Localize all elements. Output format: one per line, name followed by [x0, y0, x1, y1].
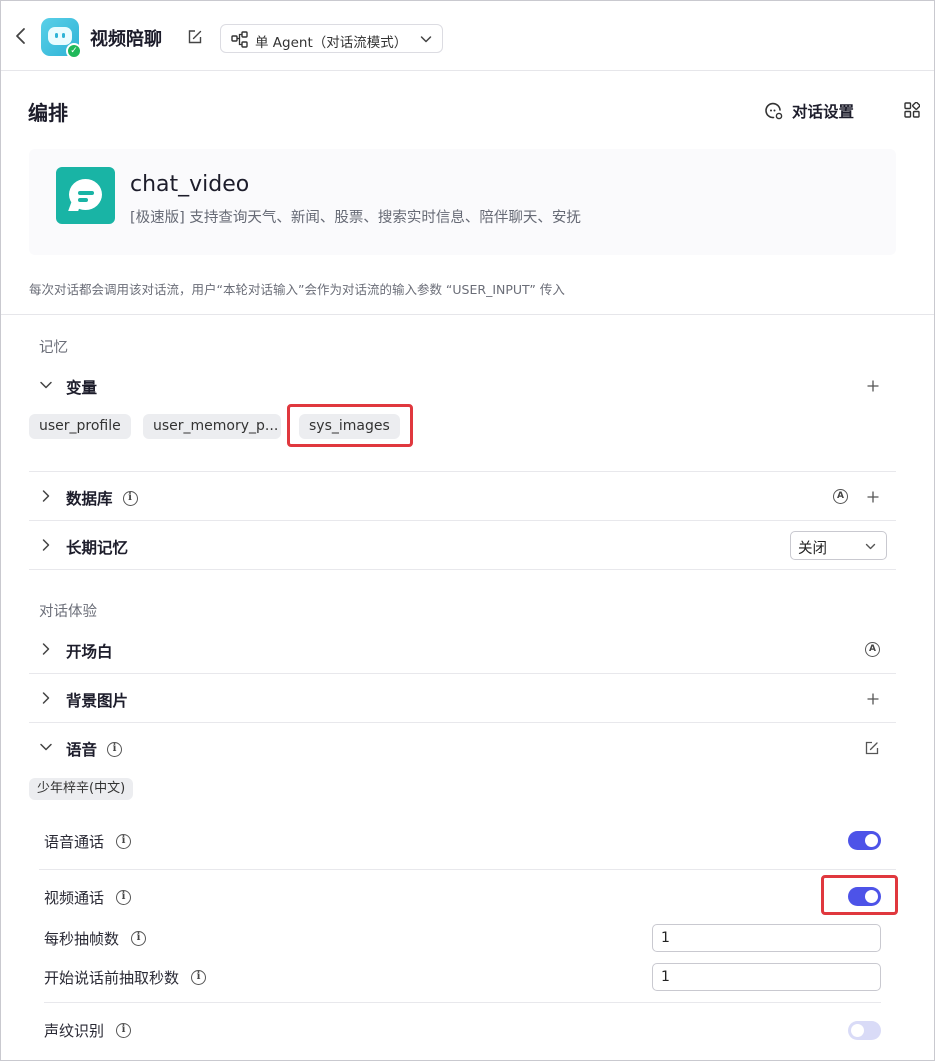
layout-grid-icon[interactable] — [904, 102, 920, 118]
info-icon[interactable]: i — [116, 1023, 132, 1038]
workflow-card[interactable]: chat_video [极速版] 支持查询天气、新闻、股票、搜索实时信息、陪伴聊… — [29, 149, 896, 255]
background-image-title[interactable]: 背景图片 — [66, 689, 128, 711]
video-call-row: 视频通话 i — [44, 887, 132, 908]
divider — [29, 569, 896, 570]
edit-voice-icon[interactable] — [865, 741, 879, 755]
highlight-annotation — [821, 875, 898, 915]
info-icon[interactable]: i — [116, 834, 132, 849]
section-title: 编排 — [28, 101, 68, 125]
voice-call-toggle[interactable] — [848, 831, 881, 850]
memory-group-label: 记忆 — [39, 340, 68, 356]
workflow-mode-icon — [231, 31, 248, 48]
long-term-memory-value: 关闭 — [798, 541, 827, 557]
info-icon[interactable]: i — [131, 931, 147, 946]
divider — [29, 722, 896, 723]
database-row[interactable]: 数据库 i — [66, 487, 138, 509]
app-title: 视频陪聊 — [90, 29, 162, 50]
chevron-right-icon[interactable] — [39, 489, 53, 503]
divider — [29, 673, 896, 674]
app-window: ✓ 视频陪聊 单 Agent（对话流模式） 编排 对话设置 chat_video… — [0, 0, 935, 1061]
voice-call-label: 语音通话 — [44, 833, 105, 851]
chevron-right-icon[interactable] — [39, 642, 53, 656]
database-title: 数据库 — [66, 490, 113, 508]
long-term-memory-select[interactable]: 关闭 — [790, 531, 887, 560]
divider — [1, 314, 934, 315]
highlight-annotation — [287, 404, 413, 447]
chevron-down-icon — [865, 543, 876, 550]
edit-title-icon[interactable] — [187, 29, 203, 45]
info-icon[interactable]: i — [122, 490, 138, 506]
variable-tag[interactable]: user_profile — [29, 414, 131, 439]
divider — [29, 471, 896, 472]
fps-input[interactable] — [652, 924, 881, 952]
fps-row: 每秒抽帧数 i — [44, 928, 147, 949]
experience-group-label: 对话体验 — [39, 604, 97, 620]
chat-settings-button[interactable]: 对话设置 — [764, 100, 854, 122]
fps-label: 每秒抽帧数 — [44, 930, 120, 948]
opening-title[interactable]: 开场白 — [66, 640, 113, 662]
chevron-down-icon[interactable] — [39, 740, 53, 754]
voice-call-row: 语音通话 i — [44, 831, 132, 852]
add-variable-icon[interactable] — [867, 380, 879, 392]
workflow-name: chat_video — [130, 172, 250, 197]
agent-mode-select[interactable]: 单 Agent（对话流模式） — [220, 24, 443, 53]
voice-tag[interactable]: 少年梓辛(中文) — [29, 778, 134, 800]
long-term-memory-title[interactable]: 长期记忆 — [66, 536, 128, 558]
video-call-label: 视频通话 — [44, 889, 105, 907]
workflow-description: [极速版] 支持查询天气、新闻、股票、搜索实时信息、陪伴聊天、安抚 — [130, 210, 581, 226]
chat-bubble-icon — [56, 167, 115, 224]
voiceprint-row: 声纹识别 i — [44, 1020, 132, 1041]
variables-title[interactable]: 变量 — [66, 376, 97, 398]
chevron-right-icon[interactable] — [39, 538, 53, 552]
pre-seconds-row: 开始说话前抽取秒数 i — [44, 967, 207, 988]
add-background-icon[interactable] — [867, 693, 879, 705]
agent-mode-label: 单 Agent（对话流模式） — [255, 35, 408, 51]
info-icon[interactable]: i — [191, 970, 207, 985]
divider — [44, 1002, 881, 1003]
voiceprint-toggle[interactable] — [848, 1021, 881, 1040]
verified-check-icon: ✓ — [66, 43, 82, 59]
top-bar: ✓ 视频陪聊 单 Agent（对话流模式） — [1, 1, 934, 71]
chevron-down-icon[interactable] — [39, 378, 53, 392]
pre-seconds-input[interactable] — [652, 963, 881, 991]
info-icon[interactable]: i — [107, 741, 123, 757]
chevron-down-icon — [420, 36, 432, 43]
voiceprint-label: 声纹识别 — [44, 1022, 105, 1040]
voice-row[interactable]: 语音 i — [66, 738, 123, 760]
divider — [29, 520, 896, 521]
divider — [39, 869, 896, 870]
auto-mode-icon[interactable]: A — [833, 489, 848, 504]
chevron-right-icon[interactable] — [39, 691, 53, 705]
info-icon[interactable]: i — [116, 890, 132, 905]
voice-title: 语音 — [66, 741, 98, 759]
app-avatar-icon: ✓ — [41, 18, 82, 59]
back-arrow-icon[interactable] — [13, 27, 29, 45]
chat-settings-icon — [765, 102, 783, 120]
chat-settings-label: 对话设置 — [792, 103, 855, 121]
pre-seconds-label: 开始说话前抽取秒数 — [44, 969, 180, 987]
add-database-icon[interactable] — [867, 491, 879, 503]
workflow-hint: 每次对话都会调用该对话流，用户“本轮对话输入”会作为对话流的输入参数 “USER… — [29, 282, 565, 297]
auto-mode-icon[interactable]: A — [865, 642, 880, 657]
variable-tag[interactable]: user_memory_p... — [143, 414, 281, 439]
